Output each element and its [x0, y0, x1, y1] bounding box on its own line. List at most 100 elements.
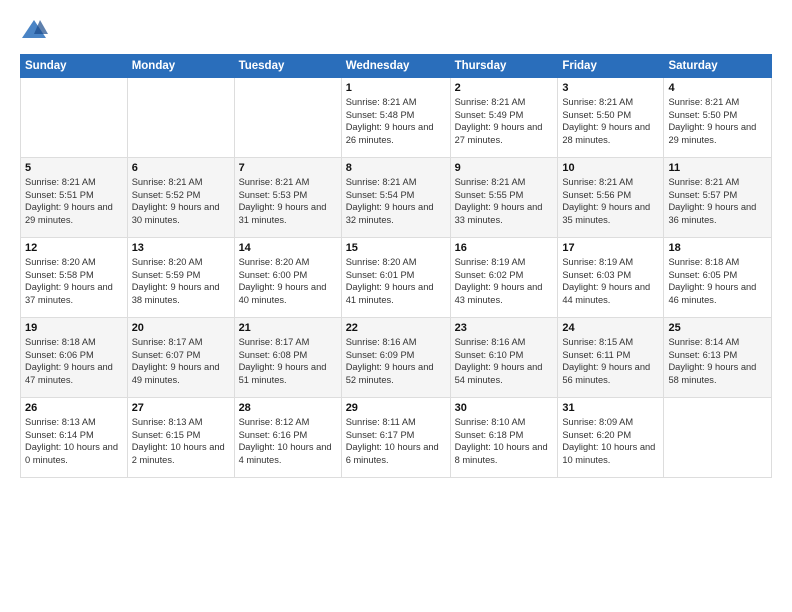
- calendar-cell: 31 Sunrise: 8:09 AMSunset: 6:20 PMDayligh…: [558, 398, 664, 478]
- calendar-cell: 27 Sunrise: 8:13 AMSunset: 6:15 PMDayligh…: [127, 398, 234, 478]
- day-info: Sunrise: 8:18 AMSunset: 6:05 PMDaylight:…: [668, 256, 767, 306]
- week-row-3: 12 Sunrise: 8:20 AMSunset: 5:58 PMDayligh…: [21, 238, 772, 318]
- day-info: Sunrise: 8:21 AMSunset: 5:53 PMDaylight:…: [239, 176, 337, 226]
- calendar-cell: [21, 78, 128, 158]
- calendar-cell: 8Sunrise: 8:21 AMSunset: 5:54 PMDaylight…: [341, 158, 450, 238]
- calendar-cell: 26 Sunrise: 8:13 AMSunset: 6:14 PMDayligh…: [21, 398, 128, 478]
- week-row-1: 1 Sunrise: 8:21 AMSunset: 5:48 PMDaylight…: [21, 78, 772, 158]
- calendar-cell: 14 Sunrise: 8:20 AMSunset: 6:00 PMDayligh…: [234, 238, 341, 318]
- day-info: Sunrise: 8:13 AMSunset: 6:15 PMDaylight:…: [132, 416, 230, 466]
- day-number: 28: [239, 402, 337, 414]
- day-info: Sunrise: 8:14 AMSunset: 6:13 PMDaylight:…: [668, 336, 767, 386]
- day-number: 7: [239, 162, 337, 174]
- calendar-cell: 4Sunrise: 8:21 AMSunset: 5:50 PMDaylight…: [664, 78, 772, 158]
- day-info: Sunrise: 8:13 AMSunset: 6:14 PMDaylight:…: [25, 416, 123, 466]
- day-info: Sunrise: 8:20 AMSunset: 5:59 PMDaylight:…: [132, 256, 230, 306]
- calendar-cell: [664, 398, 772, 478]
- day-info: Sunrise: 8:10 AMSunset: 6:18 PMDaylight:…: [455, 416, 554, 466]
- calendar-cell: 17 Sunrise: 8:19 AMSunset: 6:03 PMDayligh…: [558, 238, 664, 318]
- calendar-cell: 12 Sunrise: 8:20 AMSunset: 5:58 PMDayligh…: [21, 238, 128, 318]
- calendar-cell: 18Sunrise: 8:18 AMSunset: 6:05 PMDayligh…: [664, 238, 772, 318]
- calendar-cell: 19Sunrise: 8:18 AMSunset: 6:06 PMDayligh…: [21, 318, 128, 398]
- day-info: Sunrise: 8:21 AMSunset: 5:56 PMDaylight:…: [562, 176, 659, 226]
- calendar-cell: [127, 78, 234, 158]
- day-info: Sunrise: 8:16 AMSunset: 6:09 PMDaylight:…: [346, 336, 446, 386]
- calendar-table: SundayMondayTuesdayWednesdayThursdayFrid…: [20, 54, 772, 478]
- calendar-cell: 22 Sunrise: 8:16 AMSunset: 6:09 PMDayligh…: [341, 318, 450, 398]
- day-info: Sunrise: 8:21 AMSunset: 5:48 PMDaylight:…: [346, 96, 446, 146]
- page: SundayMondayTuesdayWednesdayThursdayFrid…: [0, 0, 792, 612]
- day-number: 24: [562, 322, 659, 334]
- day-info: Sunrise: 8:21 AMSunset: 5:50 PMDaylight:…: [562, 96, 659, 146]
- calendar-cell: 9 Sunrise: 8:21 AMSunset: 5:55 PMDaylight…: [450, 158, 558, 238]
- day-info: Sunrise: 8:21 AMSunset: 5:51 PMDaylight:…: [25, 176, 123, 226]
- day-info: Sunrise: 8:17 AMSunset: 6:08 PMDaylight:…: [239, 336, 337, 386]
- weekday-header-monday: Monday: [127, 55, 234, 78]
- day-number: 12: [25, 242, 123, 254]
- day-info: Sunrise: 8:21 AMSunset: 5:57 PMDaylight:…: [668, 176, 767, 226]
- calendar-cell: 15Sunrise: 8:20 AMSunset: 6:01 PMDayligh…: [341, 238, 450, 318]
- calendar-cell: 16 Sunrise: 8:19 AMSunset: 6:02 PMDayligh…: [450, 238, 558, 318]
- day-info: Sunrise: 8:20 AMSunset: 5:58 PMDaylight:…: [25, 256, 123, 306]
- day-number: 6: [132, 162, 230, 174]
- day-number: 1: [346, 82, 446, 94]
- day-number: 8: [346, 162, 446, 174]
- calendar-cell: 2Sunrise: 8:21 AMSunset: 5:49 PMDaylight…: [450, 78, 558, 158]
- day-info: Sunrise: 8:19 AMSunset: 6:02 PMDaylight:…: [455, 256, 554, 306]
- day-info: Sunrise: 8:21 AMSunset: 5:50 PMDaylight:…: [668, 96, 767, 146]
- day-info: Sunrise: 8:16 AMSunset: 6:10 PMDaylight:…: [455, 336, 554, 386]
- day-info: Sunrise: 8:15 AMSunset: 6:11 PMDaylight:…: [562, 336, 659, 386]
- day-number: 20: [132, 322, 230, 334]
- day-info: Sunrise: 8:20 AMSunset: 6:00 PMDaylight:…: [239, 256, 337, 306]
- calendar-cell: 28 Sunrise: 8:12 AMSunset: 6:16 PMDayligh…: [234, 398, 341, 478]
- calendar-cell: 30Sunrise: 8:10 AMSunset: 6:18 PMDayligh…: [450, 398, 558, 478]
- calendar-cell: 23 Sunrise: 8:16 AMSunset: 6:10 PMDayligh…: [450, 318, 558, 398]
- day-info: Sunrise: 8:18 AMSunset: 6:06 PMDaylight:…: [25, 336, 123, 386]
- day-number: 3: [562, 82, 659, 94]
- calendar-cell: 21Sunrise: 8:17 AMSunset: 6:08 PMDayligh…: [234, 318, 341, 398]
- day-number: 13: [132, 242, 230, 254]
- day-info: Sunrise: 8:09 AMSunset: 6:20 PMDaylight:…: [562, 416, 659, 466]
- day-number: 29: [346, 402, 446, 414]
- weekday-header-row: SundayMondayTuesdayWednesdayThursdayFrid…: [21, 55, 772, 78]
- day-number: 15: [346, 242, 446, 254]
- calendar-cell: 13 Sunrise: 8:20 AMSunset: 5:59 PMDayligh…: [127, 238, 234, 318]
- weekday-header-wednesday: Wednesday: [341, 55, 450, 78]
- day-number: 17: [562, 242, 659, 254]
- day-info: Sunrise: 8:12 AMSunset: 6:16 PMDaylight:…: [239, 416, 337, 466]
- day-number: 26: [25, 402, 123, 414]
- day-number: 31: [562, 402, 659, 414]
- day-number: 9: [455, 162, 554, 174]
- calendar-cell: 7 Sunrise: 8:21 AMSunset: 5:53 PMDaylight…: [234, 158, 341, 238]
- calendar-cell: 29 Sunrise: 8:11 AMSunset: 6:17 PMDayligh…: [341, 398, 450, 478]
- day-info: Sunrise: 8:21 AMSunset: 5:52 PMDaylight:…: [132, 176, 230, 226]
- day-info: Sunrise: 8:17 AMSunset: 6:07 PMDaylight:…: [132, 336, 230, 386]
- day-number: 23: [455, 322, 554, 334]
- calendar-cell: 11 Sunrise: 8:21 AMSunset: 5:57 PMDayligh…: [664, 158, 772, 238]
- day-info: Sunrise: 8:11 AMSunset: 6:17 PMDaylight:…: [346, 416, 446, 466]
- weekday-header-sunday: Sunday: [21, 55, 128, 78]
- calendar-cell: 24 Sunrise: 8:15 AMSunset: 6:11 PMDayligh…: [558, 318, 664, 398]
- calendar-cell: 25 Sunrise: 8:14 AMSunset: 6:13 PMDayligh…: [664, 318, 772, 398]
- weekday-header-thursday: Thursday: [450, 55, 558, 78]
- weekday-header-saturday: Saturday: [664, 55, 772, 78]
- calendar-cell: 1 Sunrise: 8:21 AMSunset: 5:48 PMDaylight…: [341, 78, 450, 158]
- calendar-cell: 3 Sunrise: 8:21 AMSunset: 5:50 PMDaylight…: [558, 78, 664, 158]
- week-row-4: 19Sunrise: 8:18 AMSunset: 6:06 PMDayligh…: [21, 318, 772, 398]
- calendar-cell: 20 Sunrise: 8:17 AMSunset: 6:07 PMDayligh…: [127, 318, 234, 398]
- week-row-5: 26 Sunrise: 8:13 AMSunset: 6:14 PMDayligh…: [21, 398, 772, 478]
- day-number: 22: [346, 322, 446, 334]
- day-number: 11: [668, 162, 767, 174]
- day-number: 16: [455, 242, 554, 254]
- day-info: Sunrise: 8:19 AMSunset: 6:03 PMDaylight:…: [562, 256, 659, 306]
- day-number: 25: [668, 322, 767, 334]
- calendar-cell: [234, 78, 341, 158]
- day-number: 10: [562, 162, 659, 174]
- day-info: Sunrise: 8:21 AMSunset: 5:49 PMDaylight:…: [455, 96, 554, 146]
- day-number: 14: [239, 242, 337, 254]
- day-info: Sunrise: 8:21 AMSunset: 5:55 PMDaylight:…: [455, 176, 554, 226]
- calendar-cell: 6 Sunrise: 8:21 AMSunset: 5:52 PMDaylight…: [127, 158, 234, 238]
- calendar-cell: 10 Sunrise: 8:21 AMSunset: 5:56 PMDayligh…: [558, 158, 664, 238]
- day-number: 27: [132, 402, 230, 414]
- week-row-2: 5Sunrise: 8:21 AMSunset: 5:51 PMDaylight…: [21, 158, 772, 238]
